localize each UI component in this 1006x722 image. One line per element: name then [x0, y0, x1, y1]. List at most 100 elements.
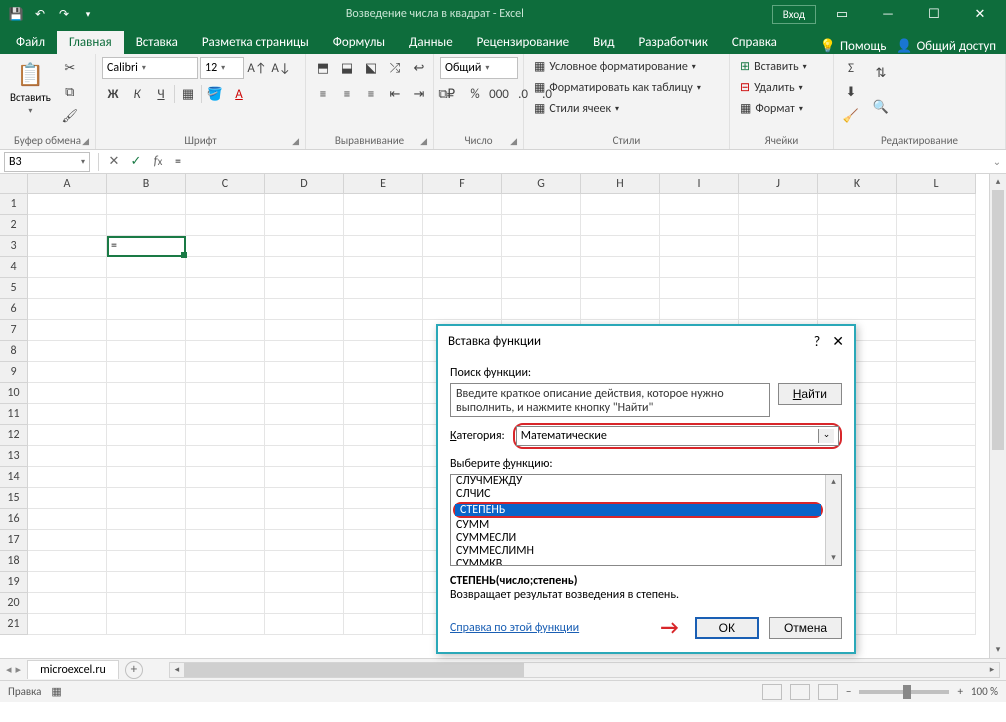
align-center-icon[interactable]: ≡ [336, 83, 358, 105]
cell[interactable] [897, 404, 976, 425]
close-button[interactable]: ✕ [960, 0, 1000, 28]
cell[interactable] [107, 257, 186, 278]
cell[interactable] [265, 488, 344, 509]
column-header[interactable]: C [186, 174, 265, 194]
cell[interactable] [265, 362, 344, 383]
cell[interactable] [265, 509, 344, 530]
cell[interactable] [265, 446, 344, 467]
cell[interactable] [186, 278, 265, 299]
tab-page-layout[interactable]: Разметка страницы [190, 31, 321, 54]
function-item[interactable]: СЛЧИС [451, 488, 825, 501]
delete-cells[interactable]: ⊟Удалить▾ [736, 78, 807, 97]
cell[interactable] [186, 236, 265, 257]
cell[interactable] [28, 467, 107, 488]
function-list[interactable]: СЛУЧМЕЖДУСЛЧИССТЕПЕНЬСУММСУММЕСЛИСУММЕСЛ… [450, 474, 842, 566]
cell[interactable] [186, 383, 265, 404]
format-as-table[interactable]: ▦Форматировать как таблицу▾ [530, 78, 705, 97]
row-header[interactable]: 16 [0, 509, 28, 530]
cell[interactable] [581, 215, 660, 236]
cell[interactable] [344, 551, 423, 572]
formula-input[interactable]: = [169, 155, 988, 169]
cell[interactable] [265, 593, 344, 614]
cell[interactable] [581, 299, 660, 320]
cell[interactable] [818, 257, 897, 278]
comma-icon[interactable]: 000 [488, 83, 510, 105]
cell[interactable] [897, 488, 976, 509]
cell[interactable] [344, 341, 423, 362]
cell[interactable] [344, 446, 423, 467]
cell[interactable] [107, 320, 186, 341]
cell[interactable] [265, 425, 344, 446]
column-header[interactable]: H [581, 174, 660, 194]
column-header[interactable]: G [502, 174, 581, 194]
cell[interactable] [818, 299, 897, 320]
cell[interactable] [28, 383, 107, 404]
cell-styles[interactable]: ▦Стили ячеек▾ [530, 99, 623, 118]
cell[interactable]: = [107, 236, 186, 257]
row-header[interactable]: 10 [0, 383, 28, 404]
cell[interactable] [739, 194, 818, 215]
normal-view-icon[interactable] [762, 684, 782, 700]
cell[interactable] [28, 425, 107, 446]
cell[interactable] [344, 383, 423, 404]
cell[interactable] [581, 257, 660, 278]
cell[interactable] [897, 194, 976, 215]
cell[interactable] [186, 404, 265, 425]
fill-icon[interactable]: ⬇ [840, 81, 862, 103]
cell[interactable] [265, 467, 344, 488]
horizontal-scrollbar[interactable]: ◂▸ [169, 662, 1000, 678]
cell[interactable] [818, 236, 897, 257]
confirm-formula-icon[interactable]: ✓ [125, 152, 147, 172]
clear-icon[interactable]: 🧹 [840, 105, 862, 127]
cell[interactable] [897, 320, 976, 341]
page-layout-view-icon[interactable] [790, 684, 810, 700]
border-icon[interactable]: ▦ [177, 83, 199, 105]
cell[interactable] [107, 530, 186, 551]
format-painter-icon[interactable]: 🖌 [59, 105, 81, 127]
row-header[interactable]: 20 [0, 593, 28, 614]
row-header[interactable]: 6 [0, 299, 28, 320]
cell[interactable] [107, 467, 186, 488]
column-header[interactable]: J [739, 174, 818, 194]
cell[interactable] [186, 593, 265, 614]
cell[interactable] [344, 236, 423, 257]
cell[interactable] [502, 257, 581, 278]
function-item[interactable]: СУММКВ [451, 558, 825, 566]
ok-button[interactable]: ОК [695, 617, 759, 639]
increase-indent-icon[interactable]: ⇥ [408, 83, 430, 105]
cell[interactable] [739, 215, 818, 236]
cell[interactable] [897, 446, 976, 467]
cell[interactable] [897, 215, 976, 236]
cell[interactable] [28, 257, 107, 278]
cell[interactable] [186, 194, 265, 215]
copy-icon[interactable]: ⧉ [59, 81, 81, 103]
cell[interactable] [897, 341, 976, 362]
zoom-slider[interactable] [859, 690, 949, 694]
sheet-tab[interactable]: microexcel.ru [27, 660, 119, 679]
cell[interactable] [265, 320, 344, 341]
number-format-combo[interactable]: Общий▾ [440, 57, 518, 79]
login-button[interactable]: Вход [772, 5, 816, 24]
cell[interactable] [897, 278, 976, 299]
cell[interactable] [28, 509, 107, 530]
cell[interactable] [502, 194, 581, 215]
cut-icon[interactable]: ✂ [59, 57, 81, 79]
cell[interactable] [265, 257, 344, 278]
cell[interactable] [186, 425, 265, 446]
cell[interactable] [897, 236, 976, 257]
name-box[interactable]: B3▾ [4, 152, 90, 172]
cell[interactable] [897, 362, 976, 383]
cell[interactable] [107, 215, 186, 236]
cell[interactable] [28, 404, 107, 425]
cancel-button[interactable]: Отмена [769, 617, 842, 639]
cell[interactable] [265, 236, 344, 257]
cell[interactable] [344, 509, 423, 530]
cell[interactable] [265, 194, 344, 215]
row-header[interactable]: 2 [0, 215, 28, 236]
cancel-formula-icon[interactable]: ✕ [103, 152, 125, 172]
percent-icon[interactable]: % [464, 83, 486, 105]
row-header[interactable]: 9 [0, 362, 28, 383]
row-header[interactable]: 1 [0, 194, 28, 215]
column-header[interactable]: F [423, 174, 502, 194]
insert-function-icon[interactable]: fx [147, 152, 169, 172]
